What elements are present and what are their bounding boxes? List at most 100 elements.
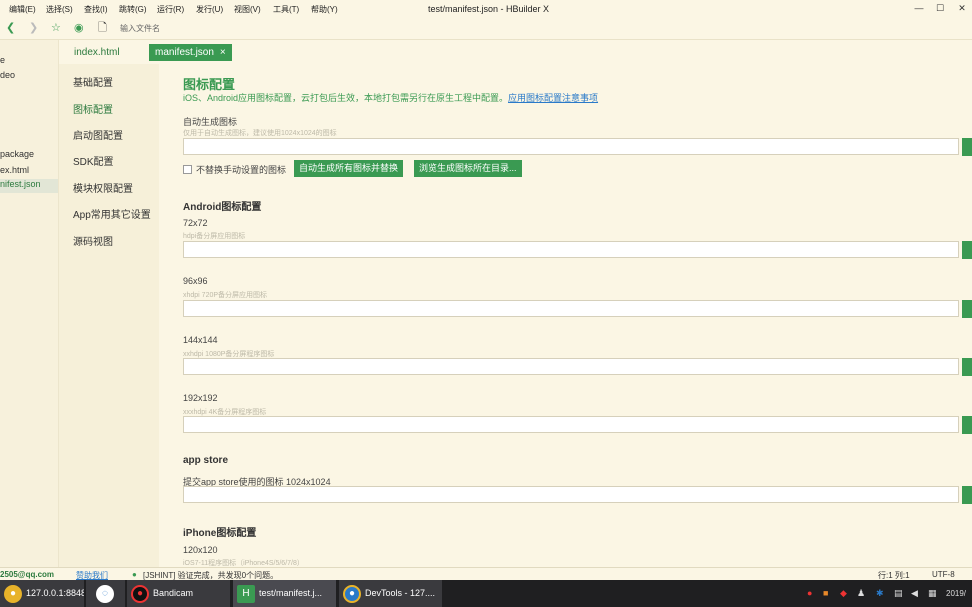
nav-source[interactable]: 源码视图 — [73, 233, 113, 248]
taskbar-browser[interactable]: ● 127.0.0.1:8848... — [0, 580, 84, 607]
file-encoding[interactable]: UTF-8 — [932, 570, 955, 579]
close-window-button[interactable]: ✕ — [955, 2, 969, 14]
tray-record-icon[interactable]: ● — [807, 588, 812, 598]
iphone-heading: iPhone图标配置 — [183, 528, 257, 539]
appstore-icon-input[interactable] — [183, 486, 959, 503]
nav-icons[interactable]: 图标配置 — [73, 101, 113, 116]
status-bar: 2505@qq.com 赞助我们 ● [JSHINT] 验证完成，共发现0个问题… — [0, 567, 972, 581]
taskbar-hbuilder[interactable]: Htest/manifest.j... — [233, 580, 336, 607]
menu-publish[interactable]: 发行(U) — [196, 4, 223, 15]
menu-bar: 编辑(E) 选择(S) 查找(I) 跳转(G) 运行(R) 发行(U) 视图(V… — [0, 0, 972, 17]
close-icon[interactable]: × — [220, 47, 226, 58]
browse-button[interactable] — [962, 138, 972, 156]
generate-icons-button[interactable]: 自动生成所有图标并替换 — [294, 160, 404, 177]
nav-modules[interactable]: 模块权限配置 — [73, 180, 133, 195]
browse-button[interactable] — [962, 358, 972, 376]
android-heading: Android图标配置 — [183, 202, 262, 213]
description-text: iOS、Android应用图标配置，云打包后生效，本地打包需另行在原生工程中配置… — [183, 93, 509, 103]
chrome-icon: ● — [343, 584, 361, 603]
tray-network-icon[interactable]: ▤ — [894, 588, 903, 599]
file-icon[interactable]: 🗋 — [98, 21, 107, 35]
no-replace-label: 不替换手动设置的图标 — [196, 165, 287, 175]
icon-size-label: 144x144 — [183, 335, 218, 345]
icon-hint: xhdpi 720P备分屏应用图标 — [183, 292, 268, 299]
app-icon: ◌ — [96, 584, 114, 603]
menu-help[interactable]: 帮助(Y) — [311, 4, 338, 15]
icon-96-input[interactable] — [183, 300, 959, 317]
auto-icon-label: 自动生成图标 — [183, 117, 238, 127]
bandicam-icon: ● — [131, 584, 149, 603]
editor-tabs: index.html manifest.json × — [59, 40, 972, 64]
icon-config-panel: 图标配置 iOS、Android应用图标配置，云打包后生效，本地打包需另行在原生… — [159, 64, 972, 567]
menu-tools[interactable]: 工具(T) — [273, 4, 299, 15]
iphone-size-label: 120x120 — [183, 545, 218, 555]
task-label: DevTools - 127.... — [365, 588, 436, 598]
star-icon[interactable]: ☆ — [51, 21, 61, 35]
page-description: iOS、Android应用图标配置，云打包后生效，本地打包需另行在原生工程中配置… — [183, 91, 598, 104]
taskbar-bandicam[interactable]: ● Bandicam — [127, 580, 230, 607]
menu-view[interactable]: 视图(V) — [234, 4, 261, 15]
maximize-button[interactable]: ☐ — [933, 2, 947, 14]
tab-label: manifest.json — [155, 47, 214, 58]
tray-app-icon[interactable]: ■ — [823, 588, 828, 598]
hbuilder-icon: H — [237, 584, 255, 603]
taskbar-devtools[interactable]: ● DevTools - 127.... — [339, 580, 442, 607]
browse-button[interactable] — [962, 486, 972, 504]
tree-item[interactable]: deo — [0, 70, 15, 80]
file-tree: e deo package ex.html nifest.json — [0, 40, 59, 567]
icon-hint: hdpi备分屏应用图标 — [183, 233, 246, 240]
browser-icon: ● — [4, 584, 22, 603]
settings-nav: 基础配置 图标配置 启动图配置 SDK配置 模块权限配置 App常用其它设置 源… — [59, 64, 159, 567]
nav-splash[interactable]: 启动图配置 — [73, 127, 123, 142]
icon-size-label: 192x192 — [183, 393, 218, 403]
nav-app-other[interactable]: App常用其它设置 — [73, 206, 151, 221]
browse-button[interactable] — [962, 241, 972, 259]
auto-icon-hint: 仅用于自动生成图标，建议使用1024x1024的图标 — [183, 130, 337, 137]
tray-volume-icon[interactable]: ◀ — [911, 588, 918, 599]
icon-72-input[interactable] — [183, 241, 959, 258]
nav-basic[interactable]: 基础配置 — [73, 74, 113, 89]
menu-run[interactable]: 运行(R) — [157, 4, 184, 15]
iphone-hint: iOS7-11程序图标（iPhone4S/5/6/7/8） — [183, 560, 304, 567]
menu-edit[interactable]: 编辑(E) — [9, 4, 36, 15]
window-title: test/manifest.json - HBuilder X — [428, 4, 550, 14]
icon-size-label: 72x72 — [183, 218, 208, 228]
tray-bluetooth-icon[interactable]: ✱ — [876, 588, 884, 599]
auto-icon-input[interactable] — [183, 138, 959, 155]
tree-item[interactable]: e — [0, 55, 5, 65]
menu-select[interactable]: 选择(S) — [46, 4, 73, 15]
toolbar: ❮ ❯ ☆ ◉ 🗋 输入文件名 — [0, 17, 972, 40]
no-replace-checkbox[interactable] — [183, 165, 192, 174]
menu-find[interactable]: 查找(I) — [84, 4, 108, 15]
browse-button[interactable] — [962, 416, 972, 434]
tree-item[interactable]: package — [0, 149, 34, 159]
tray-input-icon[interactable]: ▦ — [928, 588, 937, 599]
task-label: Bandicam — [153, 588, 194, 598]
tab-manifest-json[interactable]: manifest.json × — [149, 44, 232, 61]
menu-goto[interactable]: 跳转(G) — [119, 4, 147, 15]
preview-icon[interactable]: ◉ — [74, 21, 84, 35]
browse-button[interactable] — [962, 300, 972, 318]
file-search-input[interactable]: 输入文件名 — [120, 23, 160, 34]
browse-icons-dir-button[interactable]: 浏览生成图标所在目录... — [414, 160, 522, 177]
tray-clock[interactable]: 2019/ — [946, 589, 966, 598]
icon-size-label: 96x96 — [183, 276, 208, 286]
nav-sdk[interactable]: SDK配置 — [73, 153, 114, 168]
forward-icon[interactable]: ❯ — [29, 21, 38, 35]
notes-link[interactable]: 应用图标配置注意事项 — [508, 93, 598, 103]
task-label: test/manifest.j... — [259, 588, 323, 598]
minimize-button[interactable]: — — [912, 2, 926, 14]
tab-index-html[interactable]: index.html — [68, 44, 126, 61]
taskbar-app[interactable]: ◌ — [86, 580, 125, 607]
back-icon[interactable]: ❮ — [6, 21, 15, 35]
tray-weibo-icon[interactable]: ◆ — [840, 588, 847, 599]
status-ok-icon: ● — [132, 570, 137, 579]
icon-192-input[interactable] — [183, 416, 959, 433]
tree-item-active[interactable]: nifest.json — [0, 179, 58, 193]
tray-qq-icon[interactable]: ♟ — [857, 588, 865, 599]
account-email[interactable]: 2505@qq.com — [0, 570, 54, 579]
task-label: 127.0.0.1:8848... — [26, 588, 84, 598]
tree-item[interactable]: ex.html — [0, 165, 29, 175]
icon-144-input[interactable] — [183, 358, 959, 375]
taskbar: ● 127.0.0.1:8848... ◌ ● Bandicam Htest/man… — [0, 580, 972, 607]
